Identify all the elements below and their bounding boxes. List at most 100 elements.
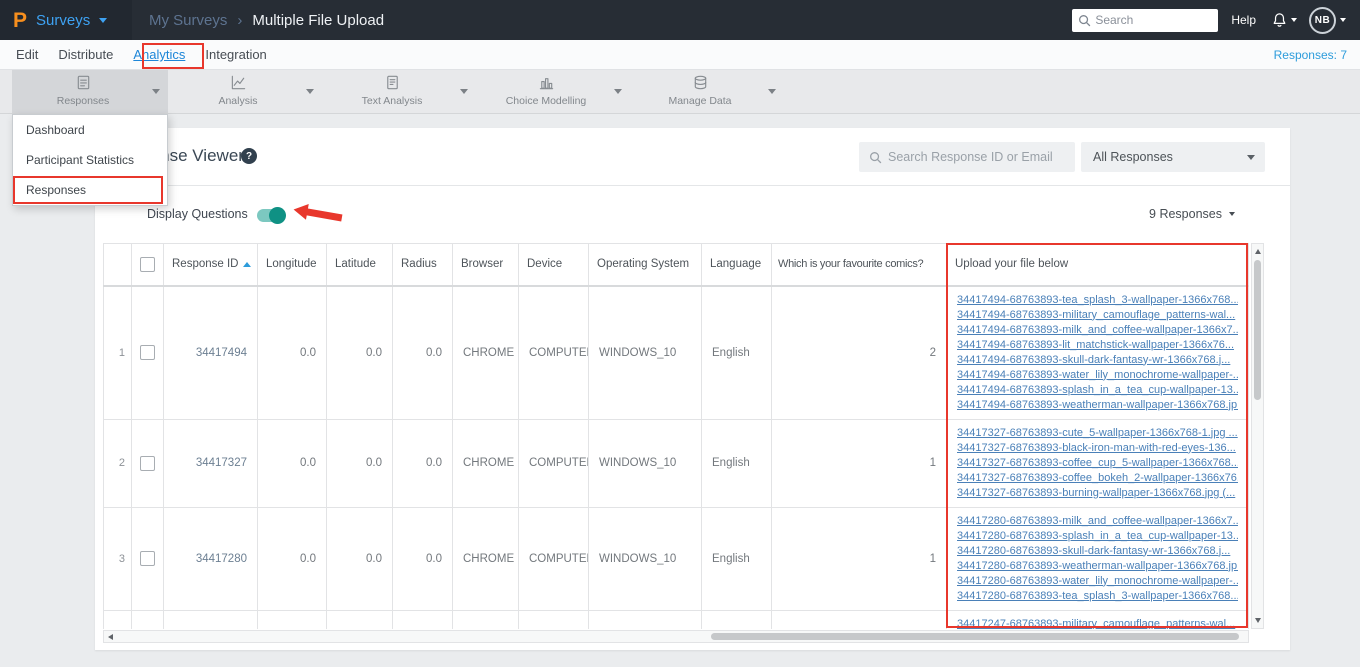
breadcrumb: My Surveys › Multiple File Upload xyxy=(149,12,384,29)
file-link[interactable]: 34417494-68763893-skull-dark-fantasy-wr-… xyxy=(957,353,1238,368)
cell-longitude xyxy=(257,609,327,629)
file-link[interactable]: 34417280-68763893-weatherman-wallpaper-1… xyxy=(957,559,1238,574)
row-checkbox[interactable] xyxy=(140,455,155,471)
column-header-response-id[interactable]: Response ID xyxy=(163,243,258,287)
row-checkbox[interactable] xyxy=(140,551,155,566)
cell-latitude: 0.0 xyxy=(326,418,393,508)
cell-browser: CHROME xyxy=(452,506,519,611)
cell-os: WINDOWS_10 xyxy=(588,285,702,420)
vertical-scrollbar[interactable] xyxy=(1251,243,1264,629)
responses-summary-dropdown[interactable]: 9 Responses xyxy=(1149,207,1235,221)
column-header-radius[interactable]: Radius xyxy=(392,243,453,287)
help-link[interactable]: Help xyxy=(1231,13,1256,27)
chevron-down-icon xyxy=(1291,18,1297,22)
column-header-language[interactable]: Language xyxy=(701,243,772,287)
cell-latitude: 0.0 xyxy=(326,285,393,420)
response-filter-dropdown[interactable]: All Responses xyxy=(1081,142,1265,172)
global-search-input[interactable] xyxy=(1095,13,1213,27)
scroll-down-icon[interactable] xyxy=(1254,618,1261,623)
table-row: 34417247-68763893-military_camouflage_pa… xyxy=(103,609,1249,630)
user-menu[interactable]: NB xyxy=(1309,6,1346,34)
cell-language: English xyxy=(701,285,772,420)
menu-item-responses[interactable]: Responses xyxy=(13,175,167,205)
cell-comics: 1 xyxy=(771,418,947,508)
file-link[interactable]: 34417327-68763893-coffee_cup_5-wallpaper… xyxy=(957,456,1238,471)
column-header-latitude[interactable]: Latitude xyxy=(326,243,393,287)
file-link[interactable]: 34417494-68763893-weatherman-wallpaper-1… xyxy=(957,398,1238,413)
annotation-arrow xyxy=(293,204,343,222)
cell-device: COMPUTER xyxy=(518,418,589,508)
menu-item-dashboard[interactable]: Dashboard xyxy=(13,115,167,145)
scroll-left-icon[interactable] xyxy=(108,634,113,640)
header-row-number xyxy=(103,243,132,287)
column-header-browser[interactable]: Browser xyxy=(452,243,519,287)
file-link[interactable]: 34417280-68763893-splash_in_a_tea_cup-wa… xyxy=(957,529,1238,544)
notifications-button[interactable] xyxy=(1271,12,1297,29)
table-row: 3 34417280 0.0 0.0 0.0 CHROME COMPUTER W… xyxy=(103,506,1249,611)
response-search-input[interactable] xyxy=(888,150,1065,164)
horizontal-scrollbar[interactable] xyxy=(103,630,1249,643)
file-link[interactable]: 34417327-68763893-burning-wallpaper-1366… xyxy=(957,486,1238,501)
column-header-comics[interactable]: Which is your favourite comics? xyxy=(771,243,947,287)
tab-integration[interactable]: Integration xyxy=(205,47,266,62)
cell-latitude xyxy=(326,609,393,629)
response-search[interactable] xyxy=(859,142,1075,172)
file-link[interactable]: 34417494-68763893-splash_in_a_tea_cup-wa… xyxy=(957,383,1238,398)
row-checkbox[interactable] xyxy=(140,345,155,360)
column-header-longitude[interactable]: Longitude xyxy=(257,243,327,287)
file-link[interactable]: 34417327-68763893-cute_5-wallpaper-1366x… xyxy=(957,426,1238,441)
chevron-down-icon[interactable] xyxy=(306,89,314,94)
breadcrumb-parent[interactable]: My Surveys xyxy=(149,12,227,29)
chevron-down-icon[interactable] xyxy=(99,17,108,23)
avatar[interactable]: NB xyxy=(1309,6,1336,34)
tab-analytics[interactable]: Analytics xyxy=(133,47,185,62)
file-link[interactable]: 34417327-68763893-coffee_bokeh_2-wallpap… xyxy=(957,471,1238,486)
tab-distribute[interactable]: Distribute xyxy=(58,47,113,62)
toolbar-item-choice-modelling[interactable]: Choice Modelling xyxy=(476,70,630,113)
toolbar-item-text-analysis[interactable]: Text Analysis xyxy=(322,70,476,113)
search-icon xyxy=(1079,14,1091,26)
vertical-scroll-thumb[interactable] xyxy=(1254,260,1261,400)
column-header-os[interactable]: Operating System xyxy=(588,243,702,287)
file-link[interactable]: 34417327-68763893-black-iron-man-with-re… xyxy=(957,441,1238,456)
scroll-up-icon[interactable] xyxy=(1254,249,1261,254)
tab-edit[interactable]: Edit xyxy=(16,47,38,62)
toolbar-item-manage-data[interactable]: Manage Data xyxy=(630,70,784,113)
file-link[interactable]: 34417494-68763893-tea_splash_3-wallpaper… xyxy=(957,293,1238,308)
chevron-down-icon xyxy=(1247,154,1255,160)
row-select-cell xyxy=(131,285,164,420)
chevron-down-icon[interactable] xyxy=(460,89,468,94)
product-menu[interactable]: P Surveys xyxy=(0,0,132,40)
file-link[interactable]: 34417494-68763893-lit_matchstick-wallpap… xyxy=(957,338,1238,353)
column-header-device[interactable]: Device xyxy=(518,243,589,287)
file-link[interactable]: 34417247-68763893-military_camouflage_pa… xyxy=(957,617,1238,630)
horizontal-scroll-thumb[interactable] xyxy=(711,633,1239,640)
responses-count[interactable]: Responses: 7 xyxy=(1274,48,1347,62)
sort-asc-icon xyxy=(243,262,252,268)
file-link[interactable]: 34417494-68763893-military_camouflage_pa… xyxy=(957,308,1238,323)
file-link[interactable]: 34417494-68763893-milk_and_coffee-wallpa… xyxy=(957,323,1238,338)
menu-item-participant-statistics[interactable]: Participant Statistics xyxy=(13,145,167,175)
cell-os xyxy=(588,609,702,629)
select-all-checkbox[interactable] xyxy=(140,256,155,272)
row-number: 1 xyxy=(103,285,132,420)
toolbar-item-analysis[interactable]: Analysis xyxy=(168,70,322,113)
file-link[interactable]: 34417280-68763893-water_lily_monochrome-… xyxy=(957,574,1238,589)
viewer-header: Response Viewer ? All Responses xyxy=(95,128,1290,186)
toggle-knob xyxy=(269,207,286,224)
topbar: P Surveys My Surveys › Multiple File Upl… xyxy=(0,0,1360,40)
file-link[interactable]: 34417280-68763893-tea_splash_3-wallpaper… xyxy=(957,589,1238,604)
column-header-upload[interactable]: Upload your file below xyxy=(946,243,1249,287)
responses-icon xyxy=(12,74,154,91)
toolbar-item-responses[interactable]: Responses xyxy=(12,70,168,113)
global-search[interactable] xyxy=(1072,8,1219,32)
chevron-down-icon[interactable] xyxy=(614,89,622,94)
file-link[interactable]: 34417494-68763893-water_lily_monochrome-… xyxy=(957,368,1238,383)
chevron-down-icon[interactable] xyxy=(768,89,776,94)
file-link[interactable]: 34417280-68763893-skull-dark-fantasy-wr-… xyxy=(957,544,1238,559)
help-circle-icon[interactable]: ? xyxy=(241,148,257,164)
file-link[interactable]: 34417280-68763893-milk_and_coffee-wallpa… xyxy=(957,514,1238,529)
choice-modelling-icon xyxy=(476,74,616,91)
display-questions-toggle[interactable] xyxy=(257,207,286,224)
chevron-down-icon[interactable] xyxy=(152,89,160,94)
